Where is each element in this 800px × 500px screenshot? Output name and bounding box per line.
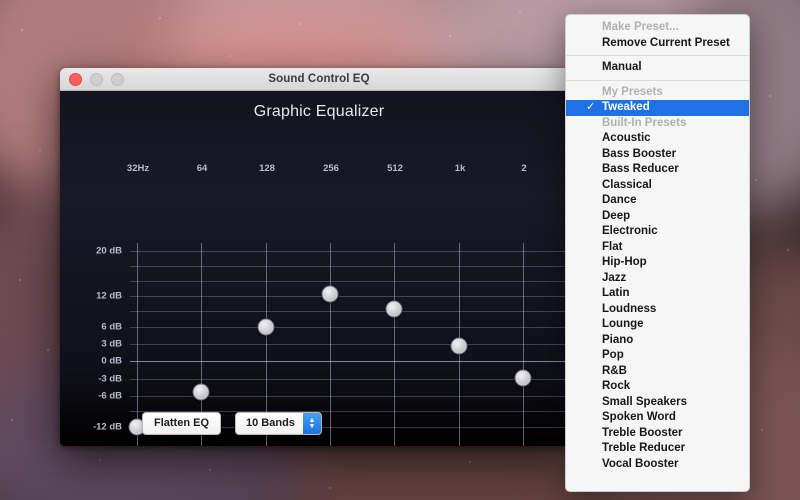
equalizer-plot[interactable]: 32Hz 64 128 256 512 1k 2 20 dB 12 dB 6 d… bbox=[60, 91, 578, 446]
menu-item-deep[interactable]: Deep bbox=[566, 209, 749, 225]
chevron-down-icon: ▼ bbox=[308, 424, 315, 430]
slider-track[interactable] bbox=[137, 243, 138, 446]
db-axis-label: -12 dB bbox=[70, 422, 122, 433]
frequency-label: 2 bbox=[521, 163, 526, 174]
gridline bbox=[130, 251, 578, 252]
menu-item-pop[interactable]: Pop bbox=[566, 348, 749, 364]
menu-item-tweaked[interactable]: ✓ Tweaked bbox=[566, 100, 749, 116]
db-axis-label: 12 dB bbox=[70, 291, 122, 302]
menu-item-treble-booster[interactable]: Treble Booster bbox=[566, 426, 749, 442]
window-title: Sound Control EQ bbox=[60, 73, 578, 85]
gridline bbox=[130, 379, 578, 380]
menu-item-loudness[interactable]: Loudness bbox=[566, 302, 749, 318]
slider-track[interactable] bbox=[394, 243, 395, 446]
band-slider-knob[interactable] bbox=[386, 301, 403, 318]
band-slider-knob[interactable] bbox=[258, 319, 275, 336]
equalizer-controls: Flatten EQ 10 Bands ▲ ▼ bbox=[142, 412, 322, 435]
window-titlebar[interactable]: Sound Control EQ bbox=[60, 68, 578, 91]
gridline bbox=[130, 281, 578, 282]
slider-track[interactable] bbox=[523, 243, 524, 446]
menu-item-acoustic[interactable]: Acoustic bbox=[566, 131, 749, 147]
menu-item-make-preset: Make Preset... bbox=[566, 20, 749, 36]
menu-item-vocal-booster[interactable]: Vocal Booster bbox=[566, 457, 749, 473]
db-axis-label: -6 dB bbox=[70, 391, 122, 402]
menu-item-electronic[interactable]: Electronic bbox=[566, 224, 749, 240]
band-slider-knob[interactable] bbox=[193, 384, 210, 401]
gridline bbox=[130, 344, 578, 345]
menu-item-rock[interactable]: Rock bbox=[566, 379, 749, 395]
db-axis-label: -3 dB bbox=[70, 374, 122, 385]
sound-control-eq-window[interactable]: Sound Control EQ Graphic Equalizer bbox=[60, 68, 578, 446]
gridline bbox=[130, 311, 578, 312]
menu-separator bbox=[566, 55, 749, 56]
flatten-eq-button[interactable]: Flatten EQ bbox=[142, 412, 221, 435]
menu-item-spoken-word[interactable]: Spoken Word bbox=[566, 410, 749, 426]
menu-item-bass-reducer[interactable]: Bass Reducer bbox=[566, 162, 749, 178]
band-slider-knob[interactable] bbox=[451, 338, 468, 355]
zero-db-gridline bbox=[130, 361, 578, 362]
preset-dropdown-menu[interactable]: Make Preset... Remove Current Preset Man… bbox=[565, 14, 750, 492]
menu-item-bass-booster[interactable]: Bass Booster bbox=[566, 147, 749, 163]
gridline bbox=[130, 266, 578, 267]
menu-item-piano[interactable]: Piano bbox=[566, 333, 749, 349]
menu-section-built-in-presets: Built-In Presets bbox=[566, 116, 749, 132]
checkmark-icon: ✓ bbox=[586, 100, 595, 116]
menu-item-label: Tweaked bbox=[602, 101, 650, 113]
gridline bbox=[130, 327, 578, 328]
slider-track[interactable] bbox=[330, 243, 331, 446]
menu-section-my-presets: My Presets bbox=[566, 85, 749, 101]
menu-item-latin[interactable]: Latin bbox=[566, 286, 749, 302]
menu-item-manual[interactable]: Manual bbox=[566, 60, 749, 76]
band-slider-knob[interactable] bbox=[322, 286, 339, 303]
frequency-label: 128 bbox=[259, 163, 275, 174]
menu-item-dance[interactable]: Dance bbox=[566, 193, 749, 209]
menu-item-rnb[interactable]: R&B bbox=[566, 364, 749, 380]
menu-item-jazz[interactable]: Jazz bbox=[566, 271, 749, 287]
frequency-label: 512 bbox=[387, 163, 403, 174]
db-axis-label: 6 dB bbox=[70, 322, 122, 333]
menu-item-remove-current-preset[interactable]: Remove Current Preset bbox=[566, 36, 749, 52]
band-slider-knob[interactable] bbox=[515, 370, 532, 387]
bands-popup-value: 10 Bands bbox=[236, 413, 303, 434]
db-axis-label: 0 dB bbox=[70, 356, 122, 367]
menu-item-treble-reducer[interactable]: Treble Reducer bbox=[566, 441, 749, 457]
equalizer-body: Graphic Equalizer bbox=[60, 91, 578, 446]
frequency-label: 1k bbox=[455, 163, 466, 174]
menu-item-lounge[interactable]: Lounge bbox=[566, 317, 749, 333]
menu-item-flat[interactable]: Flat bbox=[566, 240, 749, 256]
bands-popup-button[interactable]: 10 Bands ▲ ▼ bbox=[235, 412, 322, 435]
gridline bbox=[130, 296, 578, 297]
db-axis-label: 20 dB bbox=[70, 246, 122, 257]
menu-separator bbox=[566, 80, 749, 81]
menu-item-small-speakers[interactable]: Small Speakers bbox=[566, 395, 749, 411]
frequency-label: 64 bbox=[197, 163, 208, 174]
frequency-label: 256 bbox=[323, 163, 339, 174]
frequency-label: 32Hz bbox=[127, 163, 149, 174]
chevron-updown-icon[interactable]: ▲ ▼ bbox=[303, 413, 321, 434]
menu-item-hip-hop[interactable]: Hip-Hop bbox=[566, 255, 749, 271]
db-axis-label: 3 dB bbox=[70, 339, 122, 350]
menu-item-classical[interactable]: Classical bbox=[566, 178, 749, 194]
